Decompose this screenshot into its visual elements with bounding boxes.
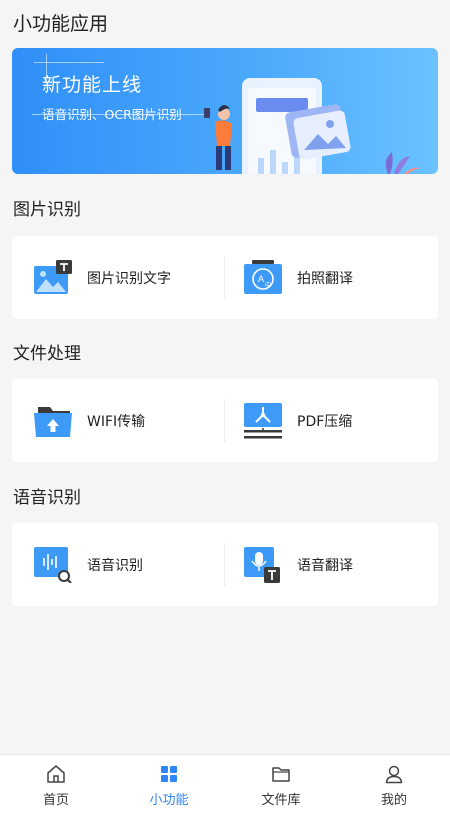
feature-banner[interactable]: 新功能上线 语音识别、OCR图片识别 (12, 48, 438, 174)
wifi-transfer-button[interactable]: WIFI传输 (34, 379, 145, 462)
tile-label: WIFI传输 (87, 413, 146, 430)
voice-translate-button[interactable]: 语音翻译 (244, 523, 353, 606)
bottom-tab-bar: 首页 小功能 文件库 我的 (0, 754, 450, 822)
tab-tools[interactable]: 小功能 (113, 755, 225, 817)
voice-search-icon (34, 546, 74, 584)
tile-label: PDF压缩 (297, 413, 353, 430)
tile-label: 语音识别 (87, 557, 143, 574)
camera-translate-icon: A 中 (244, 259, 284, 296)
page-title: 小功能应用 (13, 13, 109, 35)
image-text-icon (34, 259, 74, 296)
voice-recognition-button[interactable]: 语音识别 (34, 523, 143, 606)
tab-label: 首页 (42, 793, 69, 808)
card-file-processing: WIFI传输 PDF压缩 (12, 379, 438, 462)
tile-label: 拍照翻译 (297, 270, 353, 287)
pdf-compress-icon (244, 402, 284, 439)
tab-label: 我的 (380, 793, 407, 808)
camera-translate-button[interactable]: A 中 拍照翻译 (244, 236, 353, 319)
tab-mine[interactable]: 我的 (338, 755, 450, 817)
user-icon (385, 765, 403, 784)
tile-label: 图片识别文字 (87, 270, 171, 287)
microphone-text-icon (244, 546, 284, 583)
banner-title: 新功能上线 (42, 74, 143, 96)
tab-home[interactable]: 首页 (0, 755, 112, 817)
home-icon (47, 765, 65, 783)
tab-label: 文件库 (261, 793, 301, 808)
tab-file-library[interactable]: 文件库 (225, 755, 337, 817)
svg-text:A: A (258, 274, 264, 284)
divider (224, 256, 225, 299)
page: 小功能应用 新功能上线 语音识别、OCR图片识别 图片识别 图片识别文字 A 中… (0, 0, 450, 822)
divider (224, 543, 225, 586)
card-voice-recognition: 语音识别 语音翻译 (12, 523, 438, 606)
grid-icon (161, 766, 177, 782)
tab-label: 小功能 (149, 793, 189, 808)
banner-decor-line (32, 114, 204, 115)
card-image-recognition: 图片识别文字 A 中 拍照翻译 (12, 236, 438, 319)
section-title-image-recognition: 图片识别 (13, 200, 81, 220)
image-to-text-button[interactable]: 图片识别文字 (34, 236, 171, 319)
tile-label: 语音翻译 (297, 557, 353, 574)
section-title-voice-recognition: 语音识别 (13, 488, 81, 508)
folder-icon (272, 767, 290, 782)
banner-decor-line (34, 62, 104, 63)
svg-text:中: 中 (265, 281, 271, 289)
folder-upload-icon (34, 403, 74, 439)
divider (224, 399, 225, 442)
pdf-compress-button[interactable]: PDF压缩 (244, 379, 352, 462)
banner-illustration (204, 78, 420, 174)
section-title-file-processing: 文件处理 (13, 344, 81, 364)
